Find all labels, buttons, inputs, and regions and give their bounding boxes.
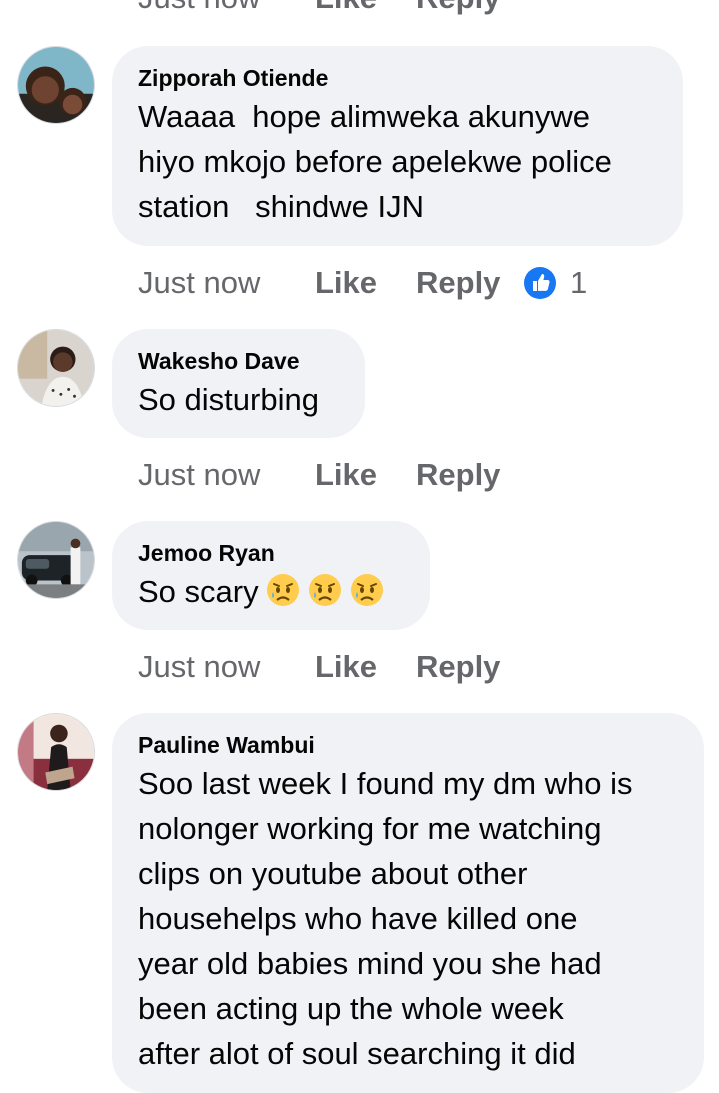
like-button[interactable]: Like (315, 455, 377, 495)
sad-relieved-face-emoji (265, 572, 301, 608)
avatar-photo (18, 522, 94, 598)
sad-relieved-face-emoji (307, 572, 343, 608)
comment-time: Just now (138, 0, 260, 18)
comment-bubble: Wakesho Dave So disturbing (112, 329, 365, 438)
comment-author[interactable]: Zipporah Otiende (138, 64, 657, 92)
avatar[interactable] (17, 329, 95, 407)
comment-text: Soo last week I found my dm who is nolon… (138, 766, 633, 1071)
comment-bubble: Zipporah Otiende Waaaa hope alimweka aku… (112, 46, 683, 246)
comment-text: Waaaa hope alimweka akunywe hiyo mkojo b… (138, 99, 612, 224)
comment-author[interactable]: Wakesho Dave (138, 347, 339, 375)
avatar-photo (18, 330, 94, 406)
comment-bubble: Jemoo Ryan So scary (112, 521, 430, 630)
like-button[interactable]: Like (315, 647, 377, 687)
sad-relieved-face-emoji (349, 572, 385, 608)
like-button[interactable]: Like (315, 263, 377, 303)
avatar-photo (18, 47, 94, 123)
avatar[interactable] (17, 521, 95, 599)
reply-button[interactable]: Reply (416, 263, 500, 303)
reply-button[interactable]: Reply (416, 0, 500, 18)
comment-text-row: So scary (138, 569, 404, 614)
comment-actions: Just now Like Reply (138, 455, 558, 495)
comment-bubble: Pauline Wambui Soo last week I found my … (112, 713, 704, 1093)
comment-time: Just now (138, 265, 261, 300)
comment-time: Just now (138, 649, 261, 684)
comment-text: So disturbing (138, 382, 319, 417)
avatar[interactable] (17, 713, 95, 791)
avatar[interactable] (17, 46, 95, 124)
reply-button[interactable]: Reply (416, 647, 500, 687)
reaction-count[interactable]: 1 (570, 263, 587, 303)
comment-actions: Just now Like Reply 1 (138, 263, 598, 303)
comment-actions: Just now Like Reply (138, 647, 558, 687)
avatar-photo (18, 714, 94, 790)
reply-button[interactable]: Reply (416, 455, 500, 495)
like-button[interactable]: Like (315, 0, 377, 18)
comment-author[interactable]: Jemoo Ryan (138, 539, 404, 567)
comment-time: Just now (138, 457, 261, 492)
comment-author[interactable]: Pauline Wambui (138, 731, 678, 759)
comment-text: So scary (138, 574, 259, 609)
top-comment-actions: Just now Like Reply (138, 0, 558, 18)
like-icon[interactable] (524, 267, 556, 299)
